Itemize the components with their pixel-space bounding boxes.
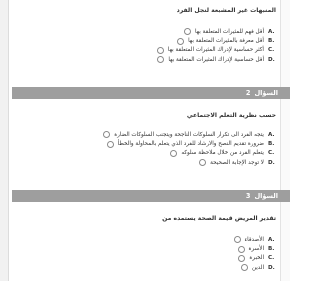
option-text: لا توجد الإجابة الصحيحة xyxy=(210,159,264,166)
radio-button[interactable] xyxy=(183,28,191,36)
option-letter: D. xyxy=(268,56,275,63)
radio-button[interactable] xyxy=(170,149,178,157)
option-text: يتعلم الفرد من خلال ملاحظة سلوكه xyxy=(181,150,264,157)
option-text: أقل حساسية لإدراك المثيرات المتعلقة بها xyxy=(168,56,264,63)
option-letter: C. xyxy=(268,150,275,157)
question-1-option-d[interactable]: D. أقل حساسية لإدراك المثيرات المتعلقة ب… xyxy=(12,55,276,64)
radio-button[interactable] xyxy=(233,236,241,244)
radio-button[interactable] xyxy=(238,254,246,262)
option-letter: B. xyxy=(268,246,275,253)
option-text: يتجه الفرد الى تكرار السلوكات الناجحة وي… xyxy=(114,131,264,138)
question-3-option-d[interactable]: D. الدين xyxy=(12,263,276,272)
question-2-option-a[interactable]: A. يتجه الفرد الى تكرار السلوكات الناجحة… xyxy=(12,130,276,139)
option-letter: D. xyxy=(268,264,275,271)
radio-button[interactable] xyxy=(199,159,207,167)
right-rail xyxy=(280,0,290,281)
radio-button[interactable] xyxy=(156,46,164,54)
option-text: الدين xyxy=(251,264,264,271)
radio-button[interactable] xyxy=(177,37,185,45)
option-letter: A. xyxy=(268,28,275,35)
question-3-option-b[interactable]: B. الأسرة xyxy=(12,244,276,253)
radio-button[interactable] xyxy=(157,56,165,64)
question-2-option-b[interactable]: B. ضرورة تقديم النصح والارشاد للفرد الذي… xyxy=(12,139,276,148)
quiz-content: المنبهات غير المشبعة لنجل الفرد A. أقل ف… xyxy=(12,0,290,281)
option-letter: C. xyxy=(268,47,275,54)
question-1-options: A. أقل فهم للمثيرات المتعلقة بها B. أقل … xyxy=(12,27,276,65)
option-letter: B. xyxy=(268,38,275,45)
option-letter: C. xyxy=(268,255,275,262)
question-3-header: السؤال3 xyxy=(12,190,290,202)
question-2-header: السؤال2 xyxy=(12,87,290,99)
option-letter: B. xyxy=(268,141,275,148)
option-letter: A. xyxy=(268,131,275,138)
question-2-text: حسب نظرية التعلم الاجتماعي xyxy=(186,112,276,119)
radio-button[interactable] xyxy=(103,131,111,139)
option-text: أقل معرفة بالمثيرات المتعلقة بها xyxy=(188,38,264,45)
left-sidebar xyxy=(0,0,9,281)
question-3-option-a[interactable]: A. الأصدقاء xyxy=(12,235,276,244)
option-text: الأسرة xyxy=(248,246,264,253)
question-label: السؤال xyxy=(254,192,278,200)
radio-button[interactable] xyxy=(240,264,248,272)
question-1-option-a[interactable]: A. أقل فهم للمثيرات المتعلقة بها xyxy=(12,27,276,36)
question-label: السؤال xyxy=(254,89,278,97)
option-text: الأصدقاء xyxy=(244,236,264,243)
option-text: أقل فهم للمثيرات المتعلقة بها xyxy=(194,28,264,35)
question-3-text: تقدير المريض قيمة الصحة يستمده من xyxy=(162,215,276,222)
question-3-option-c[interactable]: C. الخبرة xyxy=(12,254,276,263)
question-number: 2 xyxy=(245,89,251,97)
question-2-options: A. يتجه الفرد الى تكرار السلوكات الناجحة… xyxy=(12,130,276,168)
radio-button[interactable] xyxy=(106,140,114,148)
question-1-option-c[interactable]: C. أكثر حساسية لإدراك المثيرات المتعلقة … xyxy=(12,46,276,55)
question-1-option-b[interactable]: B. أقل معرفة بالمثيرات المتعلقة بها xyxy=(12,36,276,45)
radio-button[interactable] xyxy=(237,245,245,253)
option-letter: A. xyxy=(268,236,275,243)
option-text: ضرورة تقديم النصح والارشاد للفرد الذي يت… xyxy=(117,141,264,148)
option-text: أكثر حساسية لإدراك المثيرات المتعلقة بها xyxy=(167,47,264,54)
question-3-options: A. الأصدقاء B. الأسرة C. الخبرة D. الدين xyxy=(12,235,276,273)
question-2-option-d[interactable]: D. لا توجد الإجابة الصحيحة xyxy=(12,158,276,167)
option-text: الخبرة xyxy=(249,255,264,262)
option-letter: D. xyxy=(268,159,275,166)
question-number: 3 xyxy=(245,192,251,200)
question-2-option-c[interactable]: C. يتعلم الفرد من خلال ملاحظة سلوكه xyxy=(12,149,276,158)
question-1-text: المنبهات غير المشبعة لنجل الفرد xyxy=(176,7,276,14)
